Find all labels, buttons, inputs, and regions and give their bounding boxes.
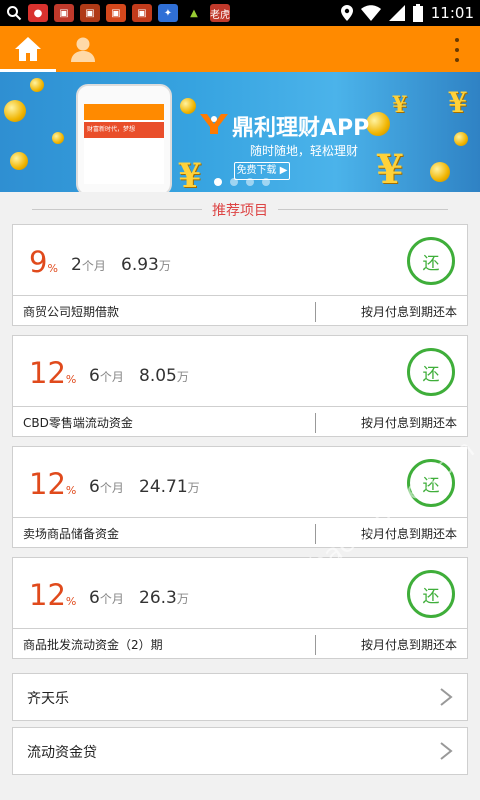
phone-ad-text: 财富新时代，梦想 [84,122,164,138]
project-name: CBD零售端流动资金 [23,416,133,430]
status-bar: ● ▣ ▣ ▣ ▣ ✦ ▲ 老虎 11:01 [0,0,480,26]
overflow-menu-icon[interactable] [452,38,462,62]
loan-amount: 24.71万 [139,477,200,497]
repayment-method: 按月付息到期还本 [360,638,457,652]
repaying-status-badge: 还 [407,348,455,396]
coin-icon [180,98,196,114]
user-icon [71,37,95,62]
repayment-method: 按月付息到期还本 [360,305,457,319]
search-icon [7,6,22,21]
brand-logo-icon [200,114,228,134]
loan-term: 6个月 [89,588,124,608]
wifi-icon [360,5,381,21]
coin-icon [30,78,44,92]
project-card[interactable]: 12% 6个月 8.05万 还 CBD零售端流动资金 按月付息到期还本 [12,335,468,437]
promo-banner[interactable]: ¥ ¥ ¥ ¥ 财富新时代，梦想 鼎利理财APP 随时随地，轻松理财 免费下载 … [0,72,480,192]
location-icon [340,5,353,21]
app-icon-2: ▣ [80,4,100,22]
carousel-dot[interactable] [230,178,238,186]
loan-term: 2个月 [71,255,106,275]
app-icon-3: ▣ [106,4,126,22]
project-card[interactable]: 9% 2个月 6.93万 还 商贸公司短期借款 按月付息到期还本 [12,224,468,326]
project-card[interactable]: 12% 6个月 26.3万 还 商品批发流动资金（2）期 按月付息到期还本 [12,557,468,659]
coin-icon [52,132,64,144]
interest-rate: 12% [29,356,77,390]
app-icon-4: ▣ [132,4,152,22]
carousel-dot[interactable] [246,178,254,186]
yen-icon: ¥ [178,156,202,192]
carousel-dot-active[interactable] [214,178,222,186]
wechat-icon: ● [28,4,48,22]
project-name: 商品批发流动资金（2）期 [23,638,163,652]
loan-amount: 26.3万 [139,588,189,608]
chevron-right-icon [440,688,453,706]
interest-rate: 12% [29,578,77,612]
tab-home[interactable] [0,26,56,72]
brand-title: 鼎利理财APP [232,116,370,141]
clock: 11:01 [430,4,474,22]
loan-term: 6个月 [89,477,124,497]
home-icon [15,37,41,61]
loan-term: 6个月 [89,366,124,386]
project-name: 商贸公司短期借款 [23,305,120,319]
project-name: 卖场商品储备资金 [23,527,120,541]
chevron-right-icon [440,742,453,760]
repayment-method: 按月付息到期还本 [360,416,457,430]
yen-icon: ¥ [376,146,404,192]
tab-user[interactable] [60,26,106,72]
baidu-icon: ✦ [158,4,178,22]
app-icon-5: 老虎 [210,4,230,22]
top-navigation-bar [0,26,480,72]
repaying-status-badge: 还 [407,237,455,285]
coin-icon [10,152,28,170]
free-download-button[interactable]: 免费下载 ▶ [234,162,290,180]
carousel-dot[interactable] [262,178,270,186]
android-icon: ▲ [190,7,198,19]
interest-rate: 12% [29,467,77,501]
signal-icon [388,5,405,21]
phone-illustration: 财富新时代，梦想 [76,84,172,192]
battery-icon [412,4,423,22]
list-item-label: 齐天乐 [27,691,69,707]
coin-icon [366,112,390,136]
loan-amount: 6.93万 [121,255,171,275]
list-item-qitianle[interactable]: 齐天乐 [12,673,468,721]
loan-amount: 8.05万 [139,366,189,386]
repaying-status-badge: 还 [407,459,455,507]
list-item-label: 流动资金贷 [27,745,97,761]
yen-icon: ¥ [392,92,408,118]
coin-icon [454,132,468,146]
repayment-method: 按月付息到期还本 [360,527,457,541]
interest-rate: 9% [29,245,58,279]
app-icon-1: ▣ [54,4,74,22]
yen-icon: ¥ [448,86,468,119]
repaying-status-badge: 还 [407,570,455,618]
brand-subtitle: 随时随地，轻松理财 [250,144,359,158]
section-header: 推荐项目 [0,198,480,222]
section-title: 推荐项目 [206,200,274,220]
list-item-working-capital-loan[interactable]: 流动资金贷 [12,727,468,775]
project-card[interactable]: 12% 6个月 24.71万 还 卖场商品储备资金 按月付息到期还本 [12,446,468,548]
coin-icon [4,100,26,122]
coin-icon [430,162,450,182]
